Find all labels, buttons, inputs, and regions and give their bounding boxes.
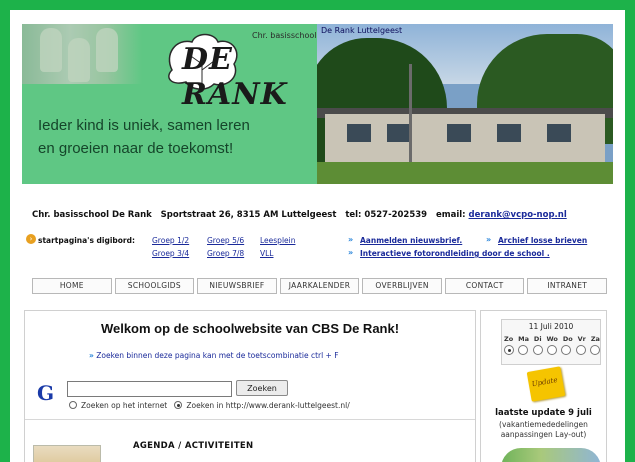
day-selector[interactable] <box>518 345 529 355</box>
day-selector[interactable] <box>589 345 600 355</box>
photo-window <box>387 124 411 142</box>
link-fotorondleiding[interactable]: Interactieve fotorondleiding door de sch… <box>360 249 550 258</box>
nav-jaarkalender[interactable]: JAARKALENDER <box>279 278 360 294</box>
email-label: email: <box>435 210 466 220</box>
calendar-widget: 11 Juli 2010 Zo Ma Di Wo Do Vr Za <box>501 319 601 365</box>
main-content: Welkom op de schoolwebsite van CBS De Ra… <box>24 310 476 462</box>
school-name: Chr. basisschool De Rank <box>32 210 152 220</box>
digibord-label: startpagina's digibord: <box>38 236 136 245</box>
school-building-photo: De Rank Luttelgeest <box>317 24 613 184</box>
page-title: Welkom op de schoolwebsite van CBS De Ra… <box>100 321 400 336</box>
day-selector[interactable] <box>546 345 557 355</box>
nav-intranet[interactable]: INTRANET <box>527 278 608 294</box>
link-vll[interactable]: VLL <box>260 249 274 258</box>
school-type-label: Chr. basisschool <box>252 31 317 40</box>
child-photo <box>96 28 118 72</box>
link-groep-1-2[interactable]: Groep 1/2 <box>152 236 189 245</box>
divider <box>25 419 475 420</box>
link-groep-3-4[interactable]: Groep 3/4 <box>152 249 189 258</box>
search-scope-options: Zoeken op het internet Zoeken in http://… <box>69 401 350 410</box>
search-tip-text: Zoeken binnen deze pagina kan met de toe… <box>96 351 339 360</box>
calendar-day-selectors <box>504 345 600 355</box>
child-photo <box>68 38 90 82</box>
header-banner: Chr. basisschool DE RANK Ieder kind is u… <box>22 24 613 184</box>
link-aanmelden-nieuwsbrief[interactable]: Aanmelden nieuwsbrief. <box>360 236 462 245</box>
photo-grass <box>317 162 613 184</box>
phone-number: tel: 0527-202539 <box>345 210 428 220</box>
nav-home[interactable]: HOME <box>32 278 112 294</box>
child-photo <box>40 28 62 72</box>
weekday: Zo <box>504 335 514 343</box>
search-tip: » Zoeken binnen deze pagina kan met de t… <box>89 351 339 360</box>
weekday: Vr <box>577 335 586 343</box>
calendar-date: 11 Juli 2010 <box>528 322 574 331</box>
weekday: Di <box>533 335 542 343</box>
photo-window <box>547 124 571 142</box>
slogan: Ieder kind is uniek, samen leren en groe… <box>38 114 308 160</box>
photo-window <box>447 124 471 142</box>
weekday: Za <box>590 335 600 343</box>
slogan-line: en groeien naar de toekomst! <box>38 140 234 157</box>
arrow-bullet-icon: › <box>26 234 36 244</box>
email-link[interactable]: derank@vcpo-nop.nl <box>469 210 567 220</box>
weekday: Ma <box>518 335 529 343</box>
sidebar-image <box>501 448 601 462</box>
day-selector[interactable] <box>575 345 586 355</box>
double-arrow-icon: » <box>348 248 354 257</box>
banner-logo-panel: Chr. basisschool DE RANK Ieder kind is u… <box>22 24 317 184</box>
nav-overblijven[interactable]: OVERBLIJVEN <box>362 278 442 294</box>
google-logo-icon: G <box>37 381 55 405</box>
nav-schoolgids[interactable]: SCHOOLGIDS <box>114 278 195 294</box>
double-arrow-icon: » <box>348 235 354 244</box>
update-detail: (vakantiemededelingen <box>499 420 588 429</box>
link-groep-7-8[interactable]: Groep 7/8 <box>207 249 244 258</box>
children-photo-collage <box>22 24 142 84</box>
link-groep-5-6[interactable]: Groep 5/6 <box>207 236 244 245</box>
search-input[interactable] <box>67 381 232 397</box>
radio-internet-label: Zoeken op het internet <box>81 401 168 410</box>
update-detail: aanpassingen Lay-out) <box>500 430 587 439</box>
nav-nieuwsbrief[interactable]: NIEUWSBRIEF <box>197 278 277 294</box>
school-logo-text: DE RANK <box>182 42 288 112</box>
slogan-line: Ieder kind is uniek, samen leren <box>38 117 250 134</box>
agenda-image <box>33 445 101 462</box>
note-icon-text: Update <box>531 376 559 389</box>
calendar-weekdays: Zo Ma Di Wo Do Vr Za <box>504 335 600 343</box>
sidebar: 11 Juli 2010 Zo Ma Di Wo Do Vr Za Update… <box>480 310 607 462</box>
radio-internet[interactable] <box>69 401 77 409</box>
day-selector[interactable] <box>532 345 543 355</box>
link-leesplein[interactable]: Leesplein <box>260 236 295 245</box>
photo-pole <box>409 64 412 174</box>
day-selector[interactable] <box>504 345 514 355</box>
weekday: Do <box>562 335 573 343</box>
radio-site-label: Zoeken in http://www.derank-luttelgeest.… <box>186 401 350 410</box>
photo-window <box>347 124 371 142</box>
nav-contact[interactable]: CONTACT <box>444 278 525 294</box>
double-arrow-icon: » <box>486 235 492 244</box>
agenda-heading: AGENDA / ACTIVITEITEN <box>133 441 254 451</box>
update-title: laatste update 9 juli <box>495 408 592 418</box>
radio-site[interactable] <box>174 401 183 409</box>
photo-window <box>497 124 521 142</box>
main-nav: HOME SCHOOLGIDS NIEUWSBRIEF JAARKALENDER… <box>32 278 608 294</box>
link-archief-losse-brieven[interactable]: Archief losse brieven <box>498 236 587 245</box>
photo-caption: De Rank Luttelgeest <box>321 26 403 35</box>
search-button[interactable]: Zoeken <box>236 380 288 396</box>
double-arrow-icon: » <box>89 351 94 360</box>
weekday: Wo <box>546 335 558 343</box>
day-selector[interactable] <box>561 345 572 355</box>
update-note-icon: Update <box>526 366 566 402</box>
street-address: Sportstraat 26, 8315 AM Luttelgeest <box>160 210 337 220</box>
address-line: Chr. basisschool De Rank Sportstraat 26,… <box>32 210 567 220</box>
